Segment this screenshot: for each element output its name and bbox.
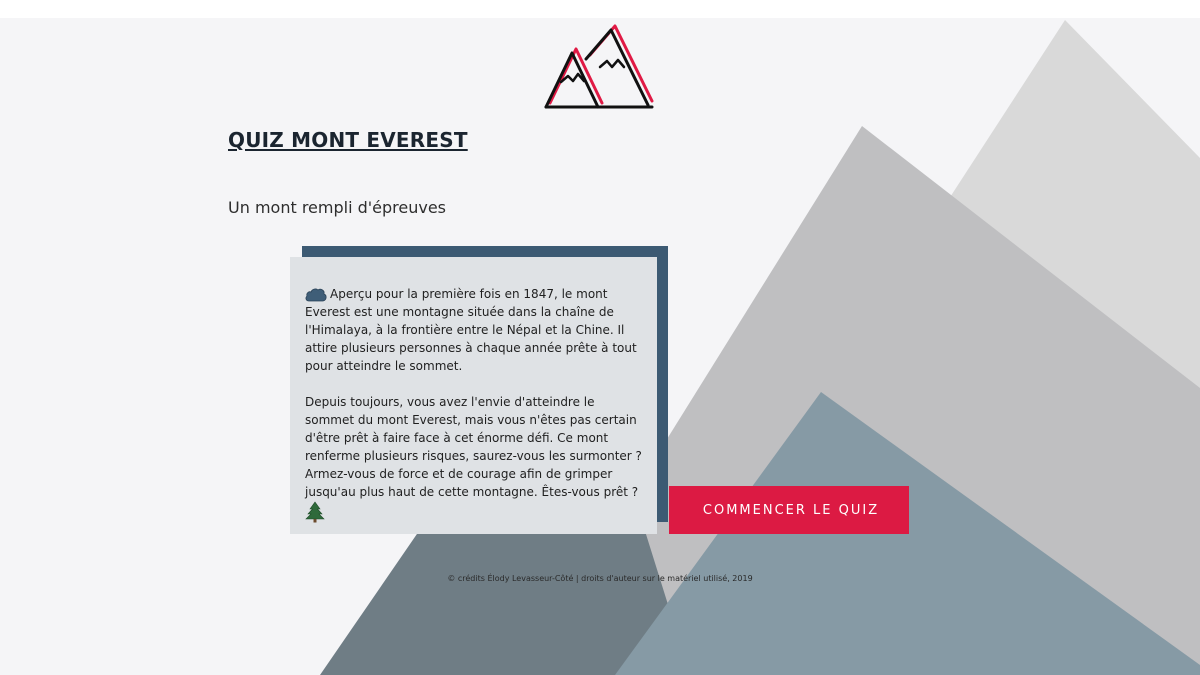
mountain-logo-icon (544, 24, 654, 109)
page-subtitle: Un mont rempli d'épreuves (228, 198, 447, 217)
intro-text-2: Depuis toujours, vous avez l'envie d'att… (305, 395, 642, 499)
page-title: QUIZ MONT EVEREST (228, 128, 468, 152)
start-quiz-button[interactable]: COMMENCER LE QUIZ (669, 486, 909, 534)
intro-text-1: Aperçu pour la première fois en 1847, le… (305, 287, 637, 373)
page-background: QUIZ MONT EVEREST Un mont rempli d'épreu… (0, 18, 1200, 675)
cloud-icon (305, 288, 327, 302)
intro-paragraph-1: Aperçu pour la première fois en 1847, le… (305, 285, 643, 375)
intro-card: Aperçu pour la première fois en 1847, le… (290, 257, 657, 534)
pine-tree-icon (305, 501, 325, 523)
credits-footer: © crédits Élody Levasseur-Côté | droits … (447, 574, 753, 583)
intro-paragraph-2: Depuis toujours, vous avez l'envie d'att… (305, 393, 643, 524)
